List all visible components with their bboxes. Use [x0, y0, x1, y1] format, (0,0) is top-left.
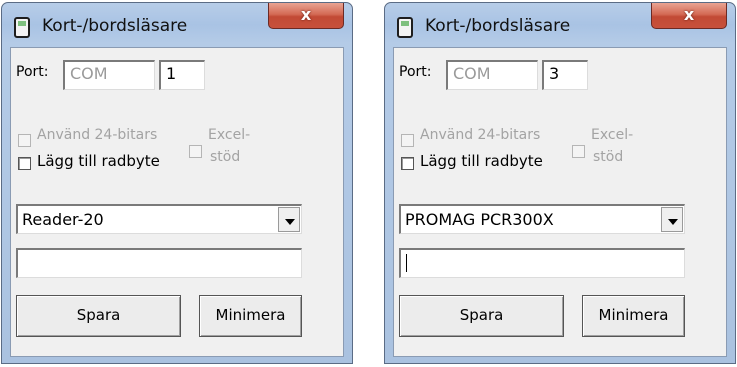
save-button-label: Spara: [459, 306, 504, 324]
use-24bit-label: Använd 24-bitars: [37, 127, 158, 143]
close-icon: x: [683, 5, 695, 24]
use-24bit-checkbox[interactable]: [401, 134, 414, 147]
save-button-label: Spara: [76, 306, 121, 324]
reader-selected-value: Reader-20: [22, 210, 104, 229]
port-prefix-field: COM: [63, 60, 155, 90]
port-number-input[interactable]: 1: [159, 60, 205, 90]
excel-support-label-2: stöd: [210, 149, 241, 165]
reader-selected-value: PROMAG PCR300X: [405, 210, 554, 229]
excel-support-label-1: Excel-: [591, 127, 634, 143]
close-button[interactable]: x: [651, 3, 727, 29]
port-label: Port:: [16, 64, 49, 80]
reader-select[interactable]: Reader-20: [16, 204, 302, 234]
add-newline-label: Lägg till radbyte: [37, 152, 160, 170]
port-label: Port:: [399, 64, 432, 80]
minimize-button-label: Minimera: [598, 306, 669, 324]
window-client: Port: COM 3 Använd 24-bitars Excel- stöd…: [393, 47, 727, 357]
save-button[interactable]: Spara: [16, 295, 181, 337]
card-input-field[interactable]: [16, 248, 302, 278]
reader-select[interactable]: PROMAG PCR300X: [399, 204, 685, 234]
minimize-button-label: Minimera: [215, 306, 286, 324]
add-newline-label: Lägg till radbyte: [420, 152, 543, 170]
add-newline-checkbox[interactable]: [18, 157, 31, 170]
window-client: Port: COM 1 Använd 24-bitars Excel- stöd…: [10, 47, 344, 357]
title-bar[interactable]: Kort-/bordsläsare x: [385, 3, 735, 47]
excel-support-checkbox[interactable]: [572, 145, 585, 158]
excel-support-checkbox[interactable]: [189, 145, 202, 158]
minimize-button[interactable]: Minimera: [582, 295, 685, 337]
card-reader-window-2: Kort-/bordsläsare x Port: COM 3 Använd 2…: [384, 2, 736, 364]
save-button[interactable]: Spara: [399, 295, 564, 337]
chevron-down-icon[interactable]: [278, 207, 300, 232]
window-title: Kort-/bordsläsare: [42, 16, 188, 36]
close-icon: x: [300, 5, 312, 24]
card-reader-icon: [14, 17, 30, 38]
card-reader-window-1: Kort-/bordsläsare x Port: COM 1 Använd 2…: [1, 2, 353, 364]
card-input-field[interactable]: [399, 248, 685, 278]
use-24bit-checkbox[interactable]: [18, 134, 31, 147]
card-reader-icon: [397, 17, 413, 38]
minimize-button[interactable]: Minimera: [199, 295, 302, 337]
add-newline-checkbox[interactable]: [401, 157, 414, 170]
port-number-input[interactable]: 3: [542, 60, 588, 90]
title-bar[interactable]: Kort-/bordsläsare x: [2, 3, 352, 47]
port-prefix-field: COM: [446, 60, 538, 90]
excel-support-label-1: Excel-: [208, 127, 251, 143]
use-24bit-label: Använd 24-bitars: [420, 127, 541, 143]
chevron-down-icon[interactable]: [661, 207, 683, 232]
window-title: Kort-/bordsläsare: [425, 16, 571, 36]
text-caret: [406, 254, 407, 272]
excel-support-label-2: stöd: [593, 149, 624, 165]
close-button[interactable]: x: [268, 3, 344, 29]
